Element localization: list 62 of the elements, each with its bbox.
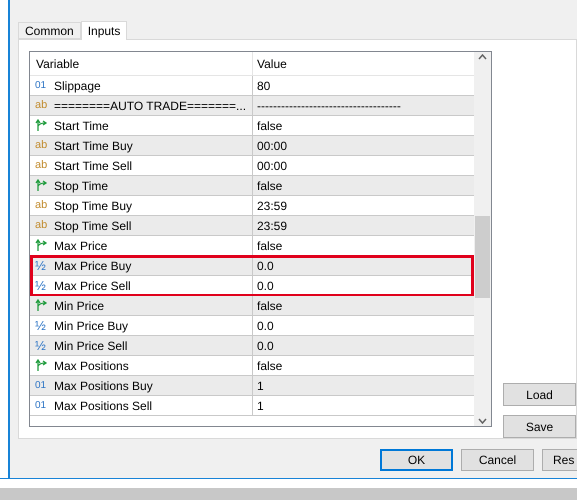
dialog-button[interactable]: Res	[542, 449, 577, 471]
variable-name: Max Price Sell	[54, 278, 131, 294]
variable-value[interactable]: 1	[257, 396, 264, 414]
variable-value[interactable]: ------------------------------------	[257, 96, 401, 114]
fraction-type-icon: ½	[35, 336, 50, 356]
variable-name: ========AUTO TRADE=======...	[54, 98, 246, 114]
branch-arrow-icon	[35, 359, 50, 372]
tab[interactable]: Common	[18, 22, 81, 39]
variable-value[interactable]: 23:59	[257, 196, 288, 214]
variable-name: Min Price Buy	[54, 318, 128, 334]
side-button[interactable]: Load	[503, 383, 576, 406]
branch-arrow-icon	[35, 299, 50, 312]
variable-value[interactable]: false	[257, 296, 282, 314]
variable-name: Start Time	[54, 118, 109, 134]
integer-type-icon: 01	[35, 78, 50, 93]
scroll-up-icon[interactable]	[478, 54, 487, 60]
variable-name: Stop Time Buy	[54, 198, 132, 214]
branch-arrow-icon	[35, 119, 50, 132]
branch-arrow-icon	[35, 239, 50, 252]
string-type-icon: ab	[35, 157, 50, 174]
variable-name: Min Price Sell	[54, 338, 128, 354]
variable-value[interactable]: 00:00	[257, 156, 288, 174]
variable-name: Stop Time	[54, 178, 108, 194]
string-type-icon: ab	[35, 137, 50, 154]
branch-arrow-icon	[35, 179, 50, 192]
variable-name: Start Time Buy	[54, 138, 133, 154]
fraction-type-icon: ½	[35, 316, 50, 336]
integer-type-icon: 01	[35, 378, 50, 393]
dialog-button[interactable]: Cancel	[461, 449, 534, 471]
variable-value[interactable]: false	[257, 176, 282, 194]
variable-name: Start Time Sell	[54, 158, 132, 174]
variable-value[interactable]: 1	[257, 376, 264, 394]
integer-type-icon: 01	[35, 398, 50, 413]
variable-value[interactable]: 0.0	[257, 316, 274, 334]
variable-name: Max Positions Buy	[54, 378, 153, 394]
variable-name: Slippage	[54, 78, 101, 94]
fraction-type-icon: ½	[35, 256, 50, 276]
variable-name: Stop Time Sell	[54, 218, 132, 234]
string-type-icon: ab	[35, 217, 50, 234]
variable-value[interactable]: 0.0	[257, 276, 274, 294]
side-button[interactable]: Save	[503, 415, 576, 438]
variable-name: Min Price	[54, 298, 104, 314]
variable-value[interactable]: 23:59	[257, 216, 288, 234]
scrollbar[interactable]	[474, 52, 491, 426]
string-type-icon: ab	[35, 97, 50, 114]
variable-name: Max Price	[54, 238, 108, 254]
scroll-down-icon[interactable]	[478, 418, 487, 424]
variable-name: Max Positions	[54, 358, 129, 374]
variable-name: Max Positions Sell	[54, 398, 152, 414]
variable-value[interactable]: false	[257, 236, 282, 254]
string-type-icon: ab	[35, 197, 50, 214]
dialog-button[interactable]: OK	[380, 449, 453, 471]
variable-value[interactable]: false	[257, 116, 282, 134]
scrollbar-thumb[interactable]	[475, 216, 490, 298]
tab[interactable]: Inputs	[80, 21, 128, 40]
variable-value[interactable]: false	[257, 356, 282, 374]
variable-value[interactable]: 00:00	[257, 136, 288, 154]
variable-value[interactable]: 0.0	[257, 336, 274, 354]
variable-value[interactable]: 80	[257, 76, 270, 94]
variable-name: Max Price Buy	[54, 258, 132, 274]
variable-value[interactable]: 0.0	[257, 256, 274, 274]
fraction-type-icon: ½	[35, 276, 50, 296]
